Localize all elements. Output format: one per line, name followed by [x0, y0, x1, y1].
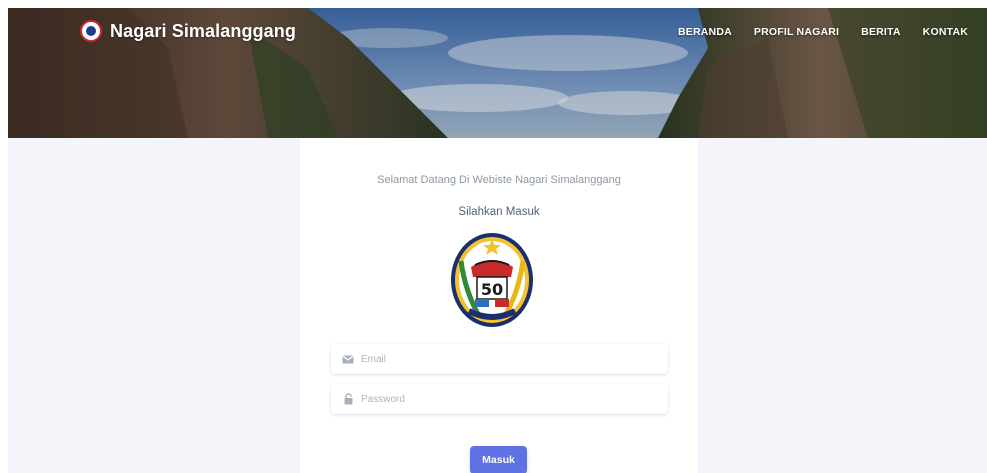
brand-name[interactable]: Nagari Simalanggang	[110, 21, 296, 42]
login-card: Selamat Datang Di Webiste Nagari Simalan…	[300, 138, 698, 473]
nav-item-profil-nagari[interactable]: PROFIL NAGARI	[754, 26, 839, 38]
nav-item-beranda[interactable]: BERANDA	[678, 26, 732, 38]
hero-banner: Nagari Simalanggang BERANDA PROFIL NAGAR…	[8, 8, 987, 138]
password-input[interactable]	[361, 393, 651, 405]
envelope-icon	[335, 355, 361, 364]
page: Nagari Simalanggang BERANDA PROFIL NAGAR…	[8, 8, 987, 473]
nav-item-kontak[interactable]: KONTAK	[923, 26, 968, 38]
login-subtitle: Silahkan Masuk	[458, 206, 540, 218]
nav-item-berita[interactable]: BERITA	[861, 26, 901, 38]
main-nav: BERANDA PROFIL NAGARI BERITA KONTAK	[678, 26, 968, 38]
brand[interactable]: Nagari Simalanggang	[80, 20, 296, 42]
login-button[interactable]: Masuk	[470, 446, 527, 473]
nagari-logo-icon	[80, 20, 102, 42]
lock-icon	[335, 393, 361, 405]
regency-emblem-icon: 50	[451, 233, 533, 327]
email-field[interactable]	[331, 344, 668, 374]
emblem-number: 50	[481, 280, 503, 299]
password-field[interactable]	[331, 384, 668, 414]
welcome-text: Selamat Datang Di Webiste Nagari Simalan…	[377, 174, 621, 186]
email-input[interactable]	[361, 353, 651, 365]
